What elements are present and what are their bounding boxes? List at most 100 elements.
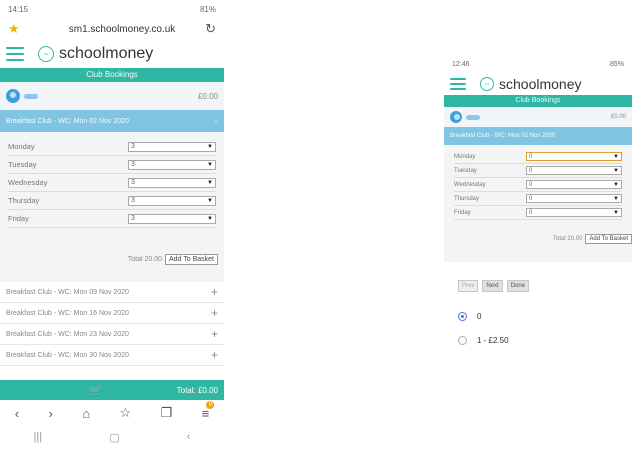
day-select[interactable]: 3 ▼ <box>128 159 216 170</box>
balance: £0.00 <box>197 91 218 101</box>
day-select[interactable]: 0 ▼ <box>526 152 622 161</box>
status-bar: 14:15 81% <box>0 0 224 18</box>
day-select[interactable]: 0 ▼ <box>526 194 622 203</box>
status-battery: 81% <box>199 4 216 14</box>
system-back-icon[interactable]: ‹ <box>187 431 191 443</box>
status-battery: 85% <box>609 60 624 68</box>
selected-week-header[interactable]: Breakfast Club - WC: Mon 02 Nov 2020 <box>444 127 632 145</box>
user-icon <box>450 111 462 123</box>
dropdown-arrow-icon: ▼ <box>207 161 213 168</box>
tabs-icon[interactable]: ❐ <box>161 405 173 421</box>
day-select[interactable]: 0 ▼ <box>526 208 622 217</box>
week-row[interactable]: Breakfast Club - WC: Mon 30 Nov 2020 + <box>0 345 224 366</box>
day-select[interactable]: 3 ▼ <box>128 213 216 224</box>
dropdown-arrow-icon: ▼ <box>207 197 213 204</box>
hamburger-menu-icon[interactable] <box>6 47 24 61</box>
app-header: ~ schoolmoney <box>0 40 224 68</box>
schoolmoney-logo: ~ schoolmoney <box>38 45 153 63</box>
total-row: Total 20.00 Add To Basket <box>444 228 632 250</box>
url-text[interactable]: sm1.schoolmoney.co.uk <box>48 24 196 35</box>
selected-week-label: Breakfast Club - WC: Mon 02 Nov 2020 <box>450 133 556 139</box>
day-select[interactable]: 0 ▼ <box>526 166 622 175</box>
menu-icon[interactable]: ≡ <box>202 400 214 421</box>
reload-icon[interactable]: ↻ <box>196 21 216 37</box>
week-row[interactable]: Breakfast Club - WC: Mon 09 Nov 2020 + <box>0 282 224 303</box>
selected-week-header[interactable]: Breakfast Club - WC: Mon 02 Nov 2020 – <box>0 110 224 132</box>
day-row: Thursday 0 ▼ <box>454 192 622 206</box>
day-row: Friday 3 ▼ <box>8 210 216 228</box>
day-list: Monday 3 ▼ Tuesday 3 ▼ Wednesday 3 ▼ Thursday 3… <box>0 132 224 246</box>
day-list: Monday 0 ▼ Tuesday 0 ▼ Wednesday 0 ▼ Thursday 0… <box>444 145 632 228</box>
user-icon <box>6 89 20 103</box>
back-icon[interactable]: ‹ <box>15 406 19 421</box>
star-icon[interactable]: ★ <box>8 21 48 37</box>
redacted-name <box>24 93 38 99</box>
week-row[interactable]: Breakfast Club - WC: Mon 23 Nov 2020 + <box>0 324 224 345</box>
bookmark-icon[interactable]: ☆ <box>120 405 132 421</box>
day-row: Tuesday 0 ▼ <box>454 164 622 178</box>
total-row: Total 20.00 Add To Basket <box>0 246 224 272</box>
expand-plus-icon[interactable]: + <box>211 348 218 362</box>
day-select[interactable]: 3 ▼ <box>128 141 216 152</box>
hamburger-menu-icon[interactable] <box>450 78 466 90</box>
avatar <box>6 89 38 103</box>
dropdown-arrow-icon: ▼ <box>207 143 213 150</box>
status-time: 12:46 <box>452 60 470 68</box>
redacted-name <box>466 114 480 120</box>
logo-icon: ~ <box>38 46 54 62</box>
day-select[interactable]: 3 ▼ <box>128 177 216 188</box>
day-row: Monday 3 ▼ <box>8 138 216 156</box>
dropdown-arrow-icon: ▼ <box>207 215 213 222</box>
balance: £0.00 <box>610 114 626 120</box>
home-button-icon[interactable]: ▢ <box>109 431 119 444</box>
footer-total: Total: £0.00 <box>176 385 218 395</box>
app-header: ~ schoolmoney <box>444 73 632 95</box>
total-text: Total 20.00 <box>553 236 583 242</box>
student-row: £0.00 <box>444 107 632 127</box>
basket-footer[interactable]: 🛒 Total: £0.00 <box>0 380 224 400</box>
prev-button[interactable]: Prev <box>458 280 479 292</box>
dropdown-arrow-icon: ▼ <box>613 167 619 174</box>
browser-nav-bar: ‹ › ⌂ ☆ ❐ ≡ <box>0 400 224 426</box>
dropdown-arrow-icon: ▼ <box>613 209 619 216</box>
done-button[interactable]: Done <box>506 280 530 292</box>
recent-apps-icon[interactable]: ||| <box>34 431 43 443</box>
home-icon[interactable]: ⌂ <box>82 406 90 421</box>
section-title: Club Bookings <box>444 95 632 107</box>
day-row: Thursday 3 ▼ <box>8 192 216 210</box>
day-row: Wednesday 0 ▼ <box>454 178 622 192</box>
option-1[interactable]: 1 - £2.50 <box>444 328 632 352</box>
next-button[interactable]: Next <box>482 280 503 292</box>
expand-plus-icon[interactable]: + <box>211 306 218 320</box>
logo-text: schoolmoney <box>499 76 582 92</box>
dropdown-arrow-icon: ▼ <box>613 195 619 202</box>
schoolmoney-logo: ~ schoolmoney <box>480 76 582 92</box>
radio-unselected-icon[interactable] <box>458 335 467 345</box>
option-0[interactable]: 0 <box>444 304 632 328</box>
system-nav-bar: ||| ▢ ‹ <box>0 426 224 448</box>
day-select[interactable]: 3 ▼ <box>128 195 216 206</box>
total-text: Total 20.00 <box>127 255 162 263</box>
forward-icon[interactable]: › <box>48 406 52 421</box>
left-phone-screenshot: 14:15 81% ★ sm1.schoolmoney.co.uk ↻ ~ sc… <box>0 0 224 463</box>
day-select[interactable]: 0 ▼ <box>526 180 622 189</box>
logo-text: schoolmoney <box>59 45 154 62</box>
radio-selected-icon[interactable] <box>458 311 467 321</box>
day-row: Wednesday 3 ▼ <box>8 174 216 192</box>
picker-toolbar: Prev Next Done <box>444 280 632 292</box>
dropdown-arrow-icon: ▼ <box>613 153 619 160</box>
cart-icon[interactable]: 🛒 <box>76 384 116 397</box>
expand-plus-icon[interactable]: + <box>211 327 218 341</box>
add-to-basket-button[interactable]: Add To Basket <box>164 253 218 265</box>
selected-week-label: Breakfast Club - WC: Mon 02 Nov 2020 <box>6 117 129 125</box>
add-to-basket-button[interactable]: Add To Basket <box>585 234 632 244</box>
expand-plus-icon[interactable]: + <box>211 285 218 299</box>
address-bar[interactable]: ★ sm1.schoolmoney.co.uk ↻ <box>0 18 224 40</box>
dropdown-arrow-icon: ▼ <box>207 179 213 186</box>
collapse-icon[interactable]: – <box>214 118 218 125</box>
logo-icon: ~ <box>480 77 494 91</box>
status-bar: 12:46 85% <box>444 55 632 73</box>
section-title: Club Bookings <box>0 68 224 82</box>
week-row[interactable]: Breakfast Club - WC: Mon 16 Nov 2020 + <box>0 303 224 324</box>
right-phone-screenshot: 12:46 85% ~ schoolmoney Club Bookings £0… <box>444 55 632 407</box>
